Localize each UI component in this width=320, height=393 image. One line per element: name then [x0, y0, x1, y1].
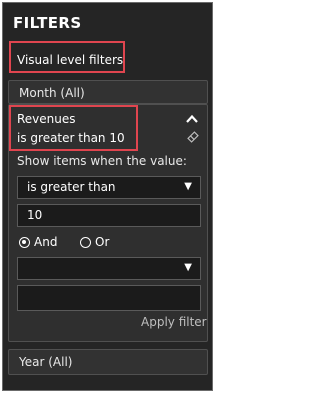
eraser-icon[interactable]	[187, 131, 199, 143]
year-filter-label: Year (All)	[19, 355, 73, 369]
apply-filter-link[interactable]: Apply filter	[141, 315, 207, 329]
chevron-up-icon[interactable]	[186, 114, 198, 124]
show-items-label: Show items when the value:	[17, 154, 187, 168]
second-value-input[interactable]	[17, 285, 201, 311]
revenues-filter-condition: is greater than 10	[17, 131, 125, 145]
and-radio[interactable]	[19, 237, 30, 248]
dropdown-arrow-icon: ▼	[184, 262, 192, 273]
operator-select-value: is greater than	[27, 180, 116, 194]
value-input[interactable]: 10	[17, 204, 201, 227]
operator-select[interactable]: is greater than ▼	[17, 176, 201, 199]
year-filter-card[interactable]: Year (All)	[8, 349, 208, 375]
dropdown-arrow-icon: ▼	[184, 181, 192, 192]
revenues-filter-name[interactable]: Revenues	[17, 112, 76, 126]
or-radio-label: Or	[95, 235, 110, 249]
visual-level-filters-label: Visual level filters	[17, 53, 124, 67]
filters-title: FILTERS	[13, 14, 82, 32]
second-operator-select[interactable]: ▼	[17, 257, 201, 280]
and-radio-label: And	[34, 235, 58, 249]
value-input-text: 10	[27, 208, 43, 222]
or-radio[interactable]	[80, 237, 91, 248]
month-filter-label: Month (All)	[19, 86, 85, 100]
month-filter-card[interactable]: Month (All)	[8, 80, 208, 104]
